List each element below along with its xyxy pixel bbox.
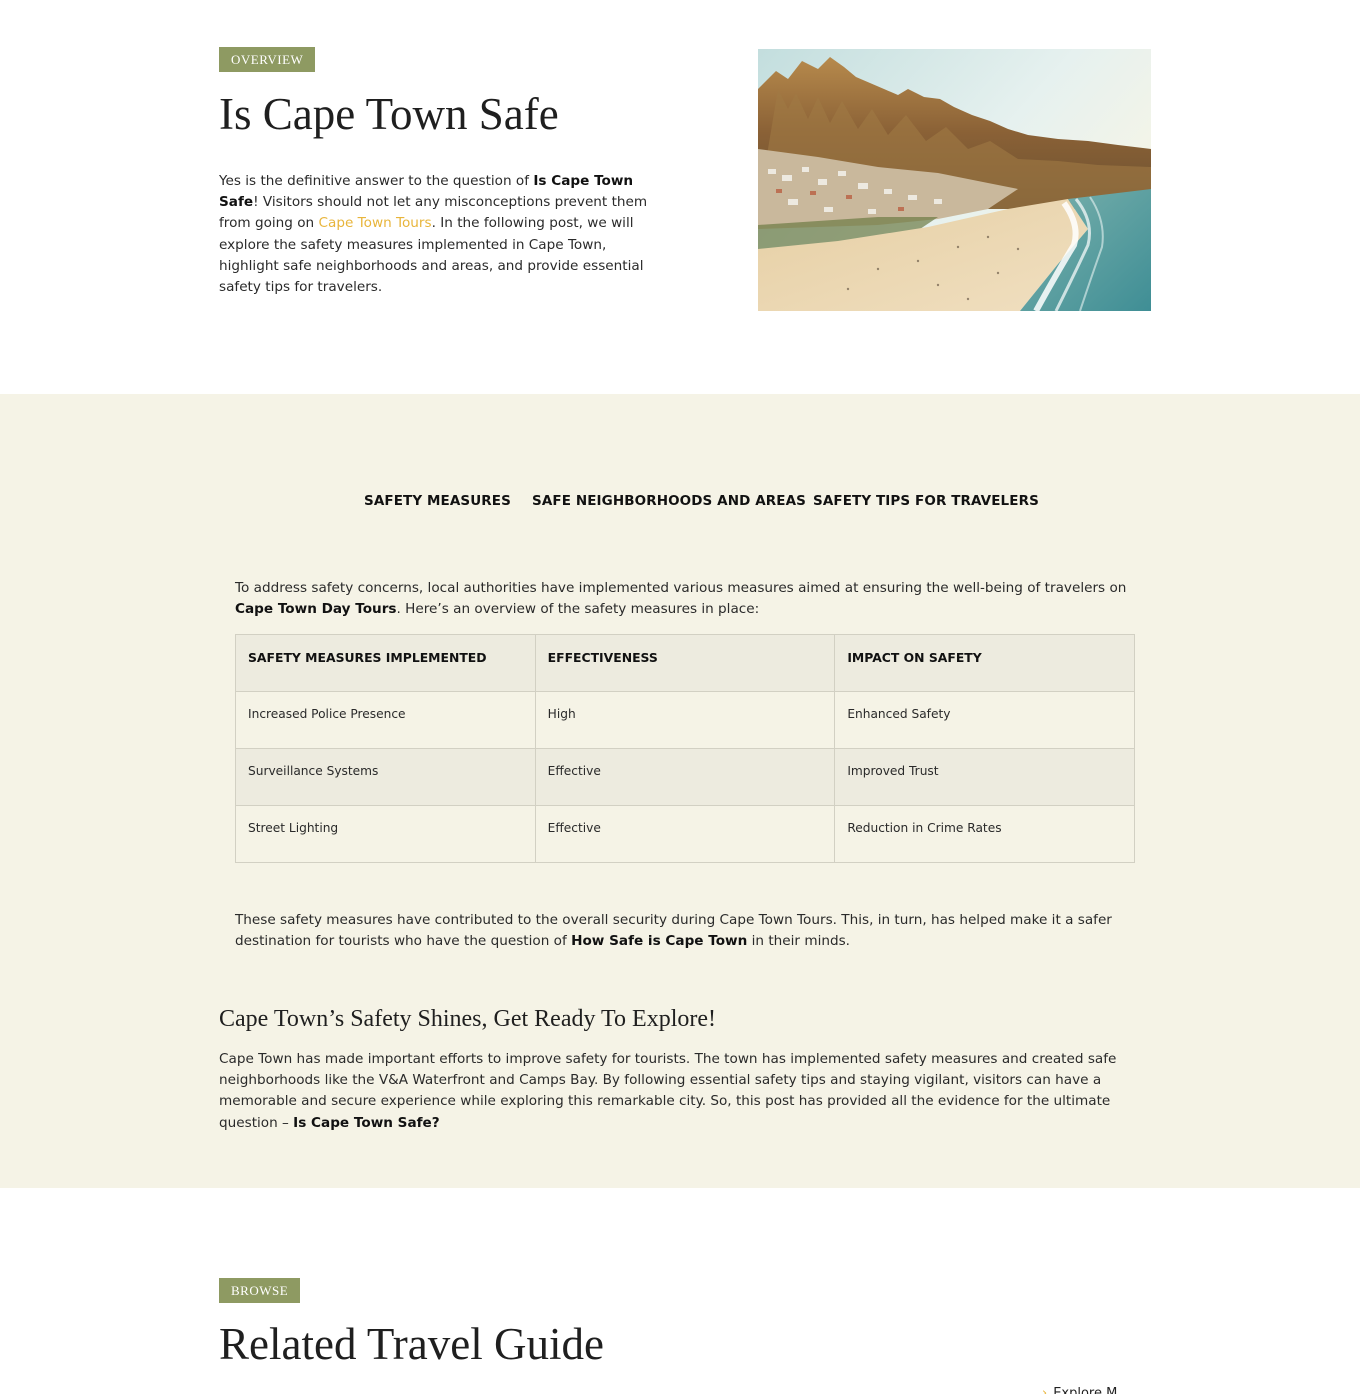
safety-summary-paragraph: These safety measures have contributed t… bbox=[235, 910, 1145, 952]
table-cell: High bbox=[534, 691, 836, 749]
conclusion-heading: Cape Town’s Safety Shines, Get Ready To … bbox=[219, 1006, 717, 1032]
table-cell: Effective bbox=[534, 805, 836, 863]
table-header: SAFETY MEASURES IMPLEMENTED bbox=[235, 634, 536, 692]
conclusion-bold: Is Cape Town Safe? bbox=[293, 1114, 440, 1131]
table-cell: Reduction in Crime Rates bbox=[834, 805, 1135, 863]
overview-tag: OVERVIEW bbox=[219, 47, 316, 72]
safety-intro-text: . Here’s an overview of the safety measu… bbox=[396, 601, 760, 618]
related-guides-section: BROWSE Related Travel Guide › Explore M bbox=[0, 1188, 1360, 1394]
hero-image-camps-bay bbox=[758, 49, 1151, 311]
table-cell: Enhanced Safety bbox=[834, 691, 1135, 749]
page-title: Is Cape Town Safe bbox=[219, 89, 559, 139]
intro-text: Yes is the definitive answer to the ques… bbox=[219, 173, 534, 189]
arrow-right-icon: › bbox=[1042, 1386, 1048, 1394]
cape-town-tours-link[interactable]: Cape Town Tours bbox=[319, 215, 432, 231]
table-cell: Street Lighting bbox=[235, 805, 536, 863]
explore-more-label: Explore M bbox=[1053, 1386, 1118, 1394]
table-row: Street Lighting Effective Reduction in C… bbox=[235, 805, 1135, 863]
table-header: IMPACT ON SAFETY bbox=[834, 634, 1135, 692]
table-cell: Improved Trust bbox=[834, 748, 1135, 806]
browse-tag: BROWSE bbox=[219, 1278, 301, 1303]
intro-paragraph: Yes is the definitive answer to the ques… bbox=[219, 171, 649, 298]
safety-summary-text: in their minds. bbox=[747, 933, 850, 950]
overview-section: OVERVIEW Is Cape Town Safe Yes is the de… bbox=[0, 0, 1360, 394]
table-cell: Increased Police Presence bbox=[235, 691, 536, 749]
table-cell: Effective bbox=[534, 748, 836, 806]
explore-more-link[interactable]: › Explore M bbox=[1042, 1386, 1117, 1394]
safety-intro-bold: Cape Town Day Tours bbox=[235, 601, 397, 618]
conclusion-paragraph: Cape Town has made important efforts to … bbox=[219, 1049, 1144, 1134]
beach-mountains-illustration bbox=[758, 49, 1151, 311]
safety-content-section: SAFETY MEASURES SAFE NEIGHBORHOODS AND A… bbox=[0, 394, 1360, 1188]
table-row: Surveillance Systems Effective Improved … bbox=[235, 748, 1135, 806]
safety-intro-text: To address safety concerns, local author… bbox=[235, 580, 1127, 596]
table-header-row: SAFETY MEASURES IMPLEMENTED EFFECTIVENES… bbox=[235, 634, 1135, 692]
tab-safe-neighborhoods[interactable]: SAFE NEIGHBORHOODS AND AREAS bbox=[532, 493, 806, 509]
table-header: EFFECTIVENESS bbox=[534, 634, 836, 692]
safety-summary-bold: How Safe is Cape Town bbox=[571, 933, 748, 950]
table-cell: Surveillance Systems bbox=[235, 748, 536, 806]
tab-safety-measures[interactable]: SAFETY MEASURES bbox=[364, 493, 511, 509]
safety-measures-table: SAFETY MEASURES IMPLEMENTED EFFECTIVENES… bbox=[235, 634, 1135, 863]
tab-safety-tips[interactable]: SAFETY TIPS FOR TRAVELERS bbox=[813, 493, 1039, 509]
related-guides-title: Related Travel Guide bbox=[219, 1319, 604, 1369]
safety-intro-paragraph: To address safety concerns, local author… bbox=[235, 578, 1135, 620]
table-row: Increased Police Presence High Enhanced … bbox=[235, 691, 1135, 749]
